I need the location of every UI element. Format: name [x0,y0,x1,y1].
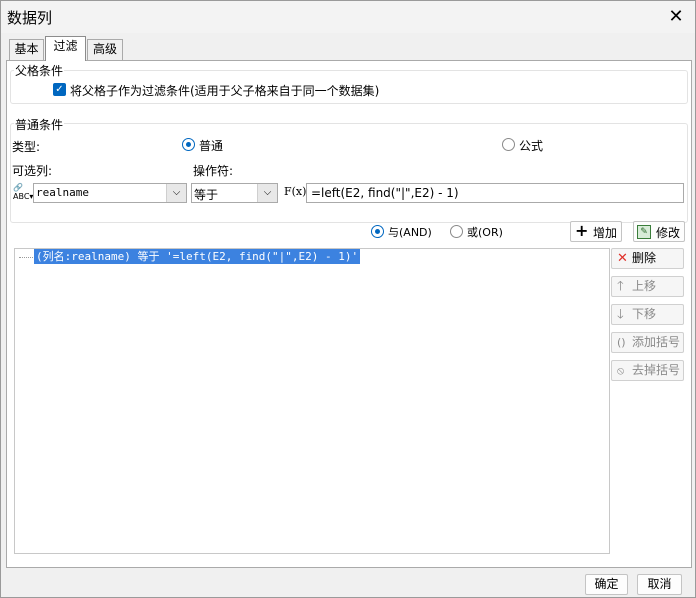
delete-icon: ✕ [617,251,628,266]
operator-label: 操作符: [193,164,234,178]
parent-filter-checkbox[interactable]: ✓ [53,83,66,96]
parent-filter-checkbox-label: 将父格子作为过滤条件(适用于父子格来自于同一个数据集) [70,84,380,98]
type-formula-radio[interactable] [502,138,515,151]
formula-input[interactable]: =left(E2, find("|",E2) - 1) [306,183,684,203]
column-label: 可选列: [12,164,53,178]
chevron-down-icon[interactable]: ⌵ [257,184,277,202]
cancel-button[interactable]: 取消 [637,574,682,595]
chevron-down-icon[interactable]: ⌵ [166,184,186,202]
ok-button[interactable]: 确定 [585,574,628,595]
operator-combobox[interactable]: 等于 ⌵ [191,183,278,203]
add-bracket-button-label: 添加括号 [632,335,681,349]
dialog-window: 数据列 ✕ 基本 过滤 高级 父格条件 ✓ 将父格子作为过滤条件(适用于父子格来… [0,0,696,598]
add-button[interactable]: + 增加 [570,221,622,242]
type-normal-radio[interactable] [182,138,195,151]
delete-button-label: 删除 [632,251,657,265]
window-title: 数据列 [7,9,53,27]
add-bracket-button[interactable]: () 添加括号 [611,332,684,353]
move-up-button-label: 上移 [632,279,657,293]
remove-bracket-button-label: 去掉括号 [632,363,681,377]
title-bar: 数据列 ✕ [1,1,695,33]
move-down-button-label: 下移 [632,307,657,321]
tab-filter[interactable]: 过滤 [45,36,86,61]
tree-line [19,257,33,258]
type-label: 类型: [12,140,41,154]
column-type-icon[interactable]: 🔗 ABC▾ [13,183,33,203]
list-item[interactable]: (列名:realname) 等于 '=left(E2, find("|",E2)… [34,249,361,264]
plus-icon: + [575,221,589,240]
tab-advanced[interactable]: 高级 [87,39,123,60]
type-formula-label: 公式 [519,139,544,153]
arrow-up-icon: 🡑 [617,279,624,294]
move-up-button[interactable]: 🡑 上移 [611,276,684,297]
logic-and-label: 与(AND) [388,226,432,239]
formula-input-value: =left(E2, find("|",E2) - 1) [311,186,459,200]
column-combobox-value: realname [36,186,89,199]
modify-button[interactable]: ✎ 修改 [633,221,685,242]
move-down-button[interactable]: 🡓 下移 [611,304,684,325]
normal-condition-title: 普通条件 [14,116,65,133]
add-button-label: 增加 [593,226,618,240]
delete-button[interactable]: ✕ 删除 [611,248,684,269]
edit-icon: ✎ [637,225,651,239]
remove-bracket-button[interactable]: ⦸ 去掉括号 [611,360,684,381]
tab-basic[interactable]: 基本 [9,39,44,60]
arrow-down-icon: 🡓 [617,307,624,322]
logic-or-radio[interactable] [450,225,463,238]
logic-or-label: 或(OR) [467,226,503,239]
type-normal-label: 普通 [199,139,224,153]
modify-button-label: 修改 [656,226,681,240]
parent-condition-title: 父格条件 [14,62,65,79]
bracket-icon: () [617,336,626,349]
logic-and-radio[interactable] [371,225,384,238]
remove-bracket-icon: ⦸ [617,364,625,377]
close-icon[interactable]: ✕ [665,6,687,28]
operator-combobox-value: 等于 [194,188,219,202]
column-combobox[interactable]: realname ⌵ [33,183,187,203]
normal-condition-group [10,123,688,223]
conditions-list[interactable] [14,248,610,554]
formula-icon[interactable]: F(x) [284,183,306,203]
